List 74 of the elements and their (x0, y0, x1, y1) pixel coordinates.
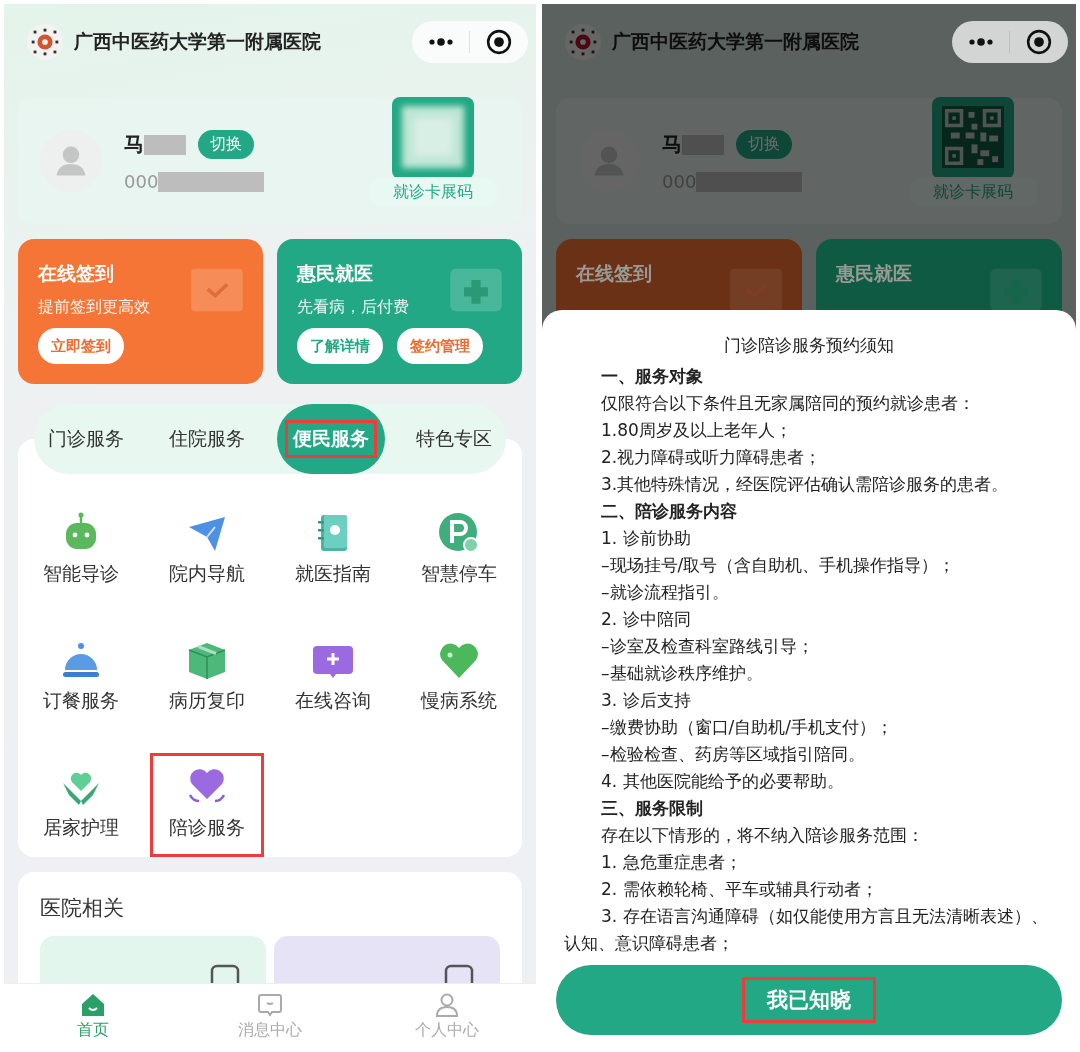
notice-line: –检验检查、药房等区域指引陪同。 (600, 743, 866, 766)
avatar-icon (40, 130, 102, 192)
patient-name: 马 (662, 131, 682, 158)
section-heading: 一、服务对象 (600, 365, 704, 388)
medical-cross-icon (448, 267, 504, 313)
notice-line: 1. 诊前协助 (600, 527, 692, 550)
person-icon (434, 992, 461, 1018)
redaction-bar (144, 134, 186, 155)
message-icon (257, 992, 283, 1018)
sheet-title: 门诊陪诊服务预约须知 (724, 334, 894, 357)
notice-line: 4. 其他医院能给予的必要帮助。 (600, 770, 845, 793)
service-label: 居家护理 (43, 815, 119, 840)
section-title: 医院相关 (40, 895, 125, 922)
check-icon (728, 267, 784, 313)
service-item[interactable]: 院内导航 (144, 499, 270, 626)
service-tab[interactable]: 门诊服务 (34, 404, 138, 474)
service-label: 在线咨询 (295, 688, 371, 713)
card-subtitle: 提前签到更高效 (38, 297, 151, 318)
notice-line: 2. 诊中陪同 (600, 608, 692, 631)
card-title: 在线签到 (576, 261, 653, 286)
qr-code[interactable] (932, 97, 1014, 179)
service-item[interactable]: 订餐服务 (18, 626, 144, 753)
notice-line: –就诊流程指引。 (600, 581, 730, 604)
notice-line: –诊室及检查科室路线引导； (600, 635, 815, 658)
service-item[interactable]: 智慧停车 (396, 499, 522, 626)
service-item[interactable]: 居家护理 (18, 753, 144, 857)
service-label: 智慧停车 (421, 561, 497, 586)
notice-line: 3.其他特殊情况，经医院评估确认需陪诊服务的患者。 (600, 473, 1010, 496)
card-title: 在线签到 (38, 261, 115, 286)
service-item[interactable]: 慢病系统 (396, 626, 522, 753)
service-label: 订餐服务 (43, 688, 119, 713)
more-icon[interactable] (967, 37, 994, 47)
service-label: 病历复印 (169, 688, 245, 713)
card-subtitle: 先看病，后付费 (297, 297, 410, 318)
more-icon[interactable] (427, 37, 454, 47)
qr-code[interactable] (392, 97, 474, 179)
card-title: 惠民就医 (836, 261, 913, 286)
logo-icon (26, 23, 64, 61)
logo-icon (564, 23, 602, 61)
section-heading: 二、陪诊服务内容 (600, 500, 738, 523)
app-title: 广西中医药大学第一附属医院 (612, 29, 859, 54)
notice-line: 1.80周岁及以上老年人； (600, 419, 793, 442)
notice-line: –缴费协助（窗口/自助机/手机支付）； (600, 716, 894, 739)
service-item[interactable]: 就医指南 (270, 499, 396, 626)
service-label: 就医指南 (295, 561, 371, 586)
service-item[interactable]: 在线咨询 (270, 626, 396, 753)
notice-line: 存在以下情形的，将不纳入陪诊服务范围： (600, 824, 925, 847)
service-item[interactable]: 智能导诊 (18, 499, 144, 626)
medical-cross-icon (988, 267, 1044, 313)
check-icon (189, 267, 245, 313)
service-label: 慢病系统 (421, 688, 497, 713)
notice-line: –现场挂号/取号（含自助机、手机操作指导）； (600, 554, 957, 577)
house-icon (79, 992, 106, 1018)
service-label: 陪诊服务 (169, 815, 245, 840)
notice-line: 1. 急危重症患者； (600, 851, 743, 874)
patient-name: 马 (124, 131, 144, 158)
notice-line: 2. 需依赖轮椅、平车或辅具行动者； (600, 878, 879, 901)
service-item[interactable]: 病历复印 (144, 626, 270, 753)
section-heading: 三、服务限制 (600, 797, 704, 820)
service-label: 院内导航 (169, 561, 245, 586)
close-icon[interactable] (1026, 29, 1053, 55)
card-title: 惠民就医 (297, 261, 374, 286)
app-title: 广西中医药大学第一附属医院 (74, 29, 321, 54)
card-number: 000 (124, 171, 159, 192)
close-icon[interactable] (486, 29, 513, 55)
notice-line: 2.视力障碍或听力障碍患者； (600, 446, 823, 469)
notice-line: 3. 诊后支持 (600, 689, 692, 712)
service-tab[interactable]: 住院服务 (155, 404, 260, 474)
service-tab[interactable]: 特色专区 (402, 404, 506, 474)
service-item[interactable]: 陪诊服务 (144, 753, 270, 857)
notice-line: –基础就诊秩序维护。 (600, 662, 764, 685)
notice-line: 3. 存在语言沟通障碍（如仅能使用方言且无法清晰表述）、认知、意识障碍患者； (564, 905, 1049, 955)
notice-line: 仅限符合以下条件且无家属陪同的预约就诊患者： (600, 392, 976, 415)
service-label: 智能导诊 (43, 561, 119, 586)
